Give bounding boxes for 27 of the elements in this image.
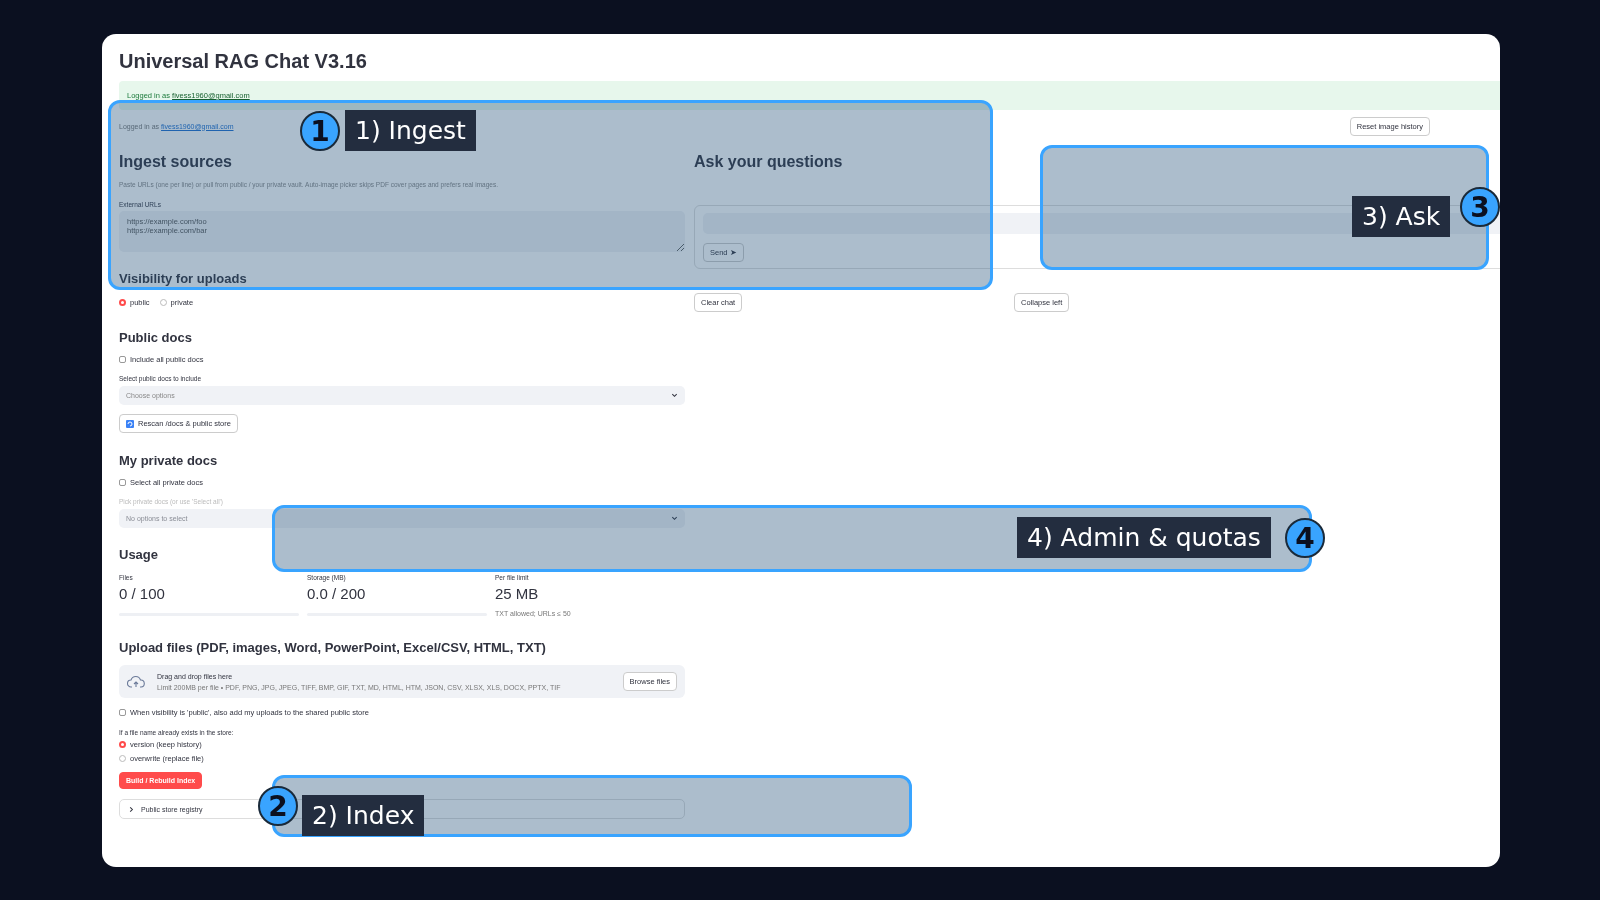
- checkbox[interactable]: [119, 356, 126, 363]
- section-heading: Ask your questions: [694, 152, 844, 172]
- app-title: Universal RAG Chat V3.16: [119, 49, 368, 74]
- section-heading: Ingest sources: [119, 152, 233, 172]
- chevron-right-icon: [128, 805, 135, 813]
- checkbox[interactable]: [119, 709, 126, 716]
- section-heading: Usage: [119, 546, 160, 564]
- radio-button[interactable]: [119, 755, 126, 762]
- metric-value: 25 MB: [495, 584, 540, 604]
- chevron-down-icon: [671, 392, 678, 399]
- radio-button[interactable]: [119, 299, 126, 306]
- section-heading: Upload files (PDF, images, Word, PowerPoint, Excel/CSV, HTML, TXT): [119, 639, 547, 657]
- metric-value: 0 / 100: [119, 584, 166, 604]
- callout-label-tooltip: 3) Ask: [1352, 196, 1451, 237]
- checkbox[interactable]: [119, 479, 126, 486]
- radio-button[interactable]: [119, 741, 126, 748]
- callout-label-tooltip: 1) Ingest: [345, 110, 476, 151]
- chevron-down-icon: [671, 515, 678, 522]
- refresh-icon: [126, 419, 134, 428]
- callout-label-tooltip: 2) Index: [302, 795, 425, 836]
- section-heading: Public docs: [119, 329, 193, 347]
- metric-value: 0.0 / 200: [307, 584, 367, 604]
- section-heading: My private docs: [119, 452, 219, 470]
- section-heading: Visibility for uploads: [119, 270, 248, 288]
- cloud-upload-icon: [127, 675, 145, 688]
- radio-button[interactable]: [159, 299, 167, 306]
- callout-label-tooltip: 4) Admin & quotas: [1017, 517, 1271, 558]
